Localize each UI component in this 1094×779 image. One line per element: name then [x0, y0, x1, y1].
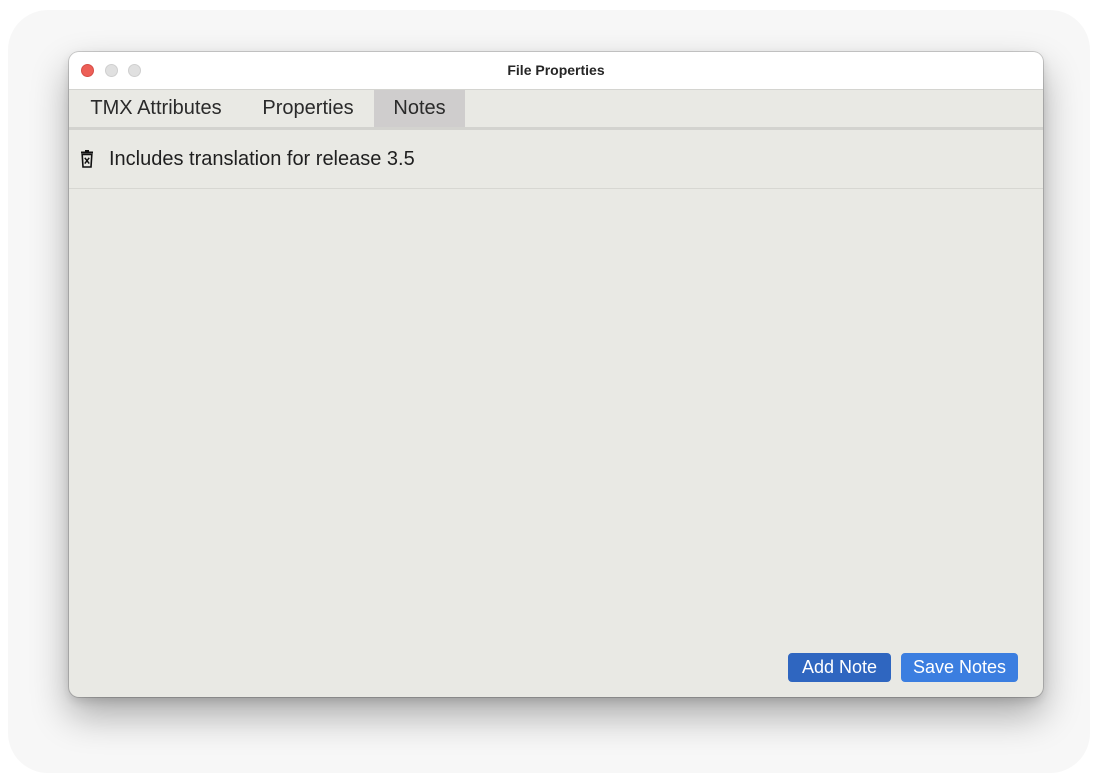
add-note-button[interactable]: Add Note: [788, 653, 891, 682]
tab-notes[interactable]: Notes: [374, 90, 465, 127]
title-bar: File Properties: [69, 52, 1043, 90]
window-title: File Properties: [507, 62, 605, 78]
file-properties-window: File Properties TMX Attributes Propertie…: [69, 52, 1043, 697]
note-row: Includes translation for release 3.5: [69, 130, 1043, 189]
save-notes-button[interactable]: Save Notes: [901, 653, 1018, 682]
note-text: Includes translation for release 3.5: [109, 148, 415, 170]
tab-bar: TMX Attributes Properties Notes: [69, 90, 1043, 130]
trash-icon[interactable]: [79, 150, 95, 168]
tab-tmx-attributes[interactable]: TMX Attributes: [77, 90, 235, 127]
tab-properties[interactable]: Properties: [249, 90, 367, 127]
